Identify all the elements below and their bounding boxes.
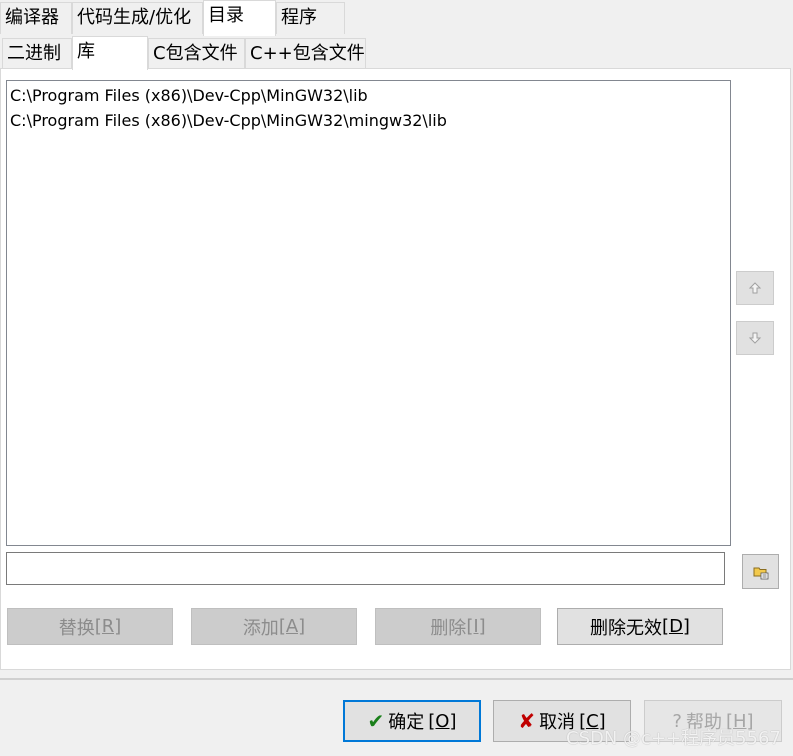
browse-button[interactable] <box>742 554 779 589</box>
tab-compiler[interactable]: 编译器 <box>0 2 72 34</box>
directory-list[interactable]: C:\Program Files (x86)\Dev-Cpp\MinGW32\l… <box>6 80 731 546</box>
check-icon: ✔ <box>367 709 385 733</box>
tab-directories[interactable]: 目录 <box>203 0 276 36</box>
list-item[interactable]: C:\Program Files (x86)\Dev-Cpp\MinGW32\l… <box>7 83 730 108</box>
tab-c-includes[interactable]: C包含文件 <box>148 38 245 70</box>
arrow-up-icon <box>748 282 762 294</box>
help-button[interactable]: ? 帮助 [H] <box>644 700 782 742</box>
list-item[interactable]: C:\Program Files (x86)\Dev-Cpp\MinGW32\m… <box>7 108 730 133</box>
question-icon: ? <box>672 710 682 732</box>
tab-cpp-includes[interactable]: C++包含文件 <box>245 38 366 70</box>
ok-button[interactable]: ✔ 确定 [O] <box>343 700 481 742</box>
move-up-button[interactable] <box>736 271 774 305</box>
sub-tab-bar: 二进制 库 C包含文件 C++包含文件 <box>0 36 793 70</box>
folder-browse-icon <box>753 567 768 579</box>
tab-binaries[interactable]: 二进制 <box>2 38 72 70</box>
arrow-down-icon <box>748 332 762 344</box>
x-icon: ✘ <box>518 709 536 733</box>
delete-button[interactable]: 删除 [I] <box>375 608 541 645</box>
tab-codegen-optimization[interactable]: 代码生成/优化 <box>72 2 203 34</box>
top-tab-bar: 编译器 代码生成/优化 目录 程序 <box>0 0 793 36</box>
move-down-button[interactable] <box>736 321 774 355</box>
footer-separator <box>0 678 793 680</box>
cancel-button[interactable]: ✘ 取消 [C] <box>493 700 631 742</box>
path-input[interactable] <box>6 552 725 585</box>
replace-button[interactable]: 替换 [R] <box>7 608 173 645</box>
tab-programs[interactable]: 程序 <box>276 2 345 34</box>
tab-libraries[interactable]: 库 <box>72 36 148 70</box>
delete-invalid-button[interactable]: 删除无效 [D] <box>557 608 723 645</box>
add-button[interactable]: 添加 [A] <box>191 608 357 645</box>
